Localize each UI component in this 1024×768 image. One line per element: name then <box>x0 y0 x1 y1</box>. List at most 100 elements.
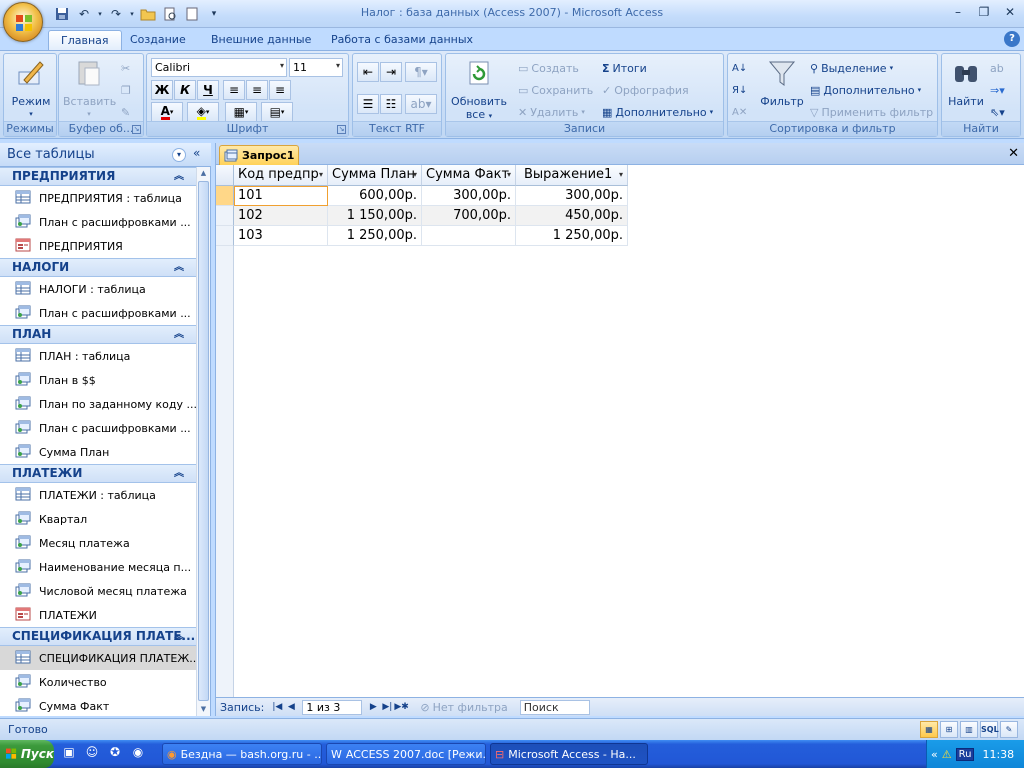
highlight-icon[interactable]: ab▾ <box>405 94 437 114</box>
font-launcher-icon[interactable]: ↘ <box>337 125 346 134</box>
chevron-down-icon[interactable]: ▾ <box>172 148 186 162</box>
nav-item[interactable]: Месяц платежа <box>0 531 196 555</box>
new-record-nav-icon[interactable]: ▶✱ <box>394 702 408 712</box>
nav-item[interactable]: ПРЕДПРИЯТИЯ <box>0 234 196 258</box>
gridlines-icon[interactable]: ▦ ▾ <box>225 102 257 122</box>
decrease-indent-icon[interactable]: ⇤ <box>357 62 379 82</box>
clear-sort-icon[interactable]: A✕ <box>732 102 747 122</box>
bullets-icon[interactable]: ☰ <box>357 94 379 114</box>
record-selector[interactable] <box>216 206 234 226</box>
datasheet-view-icon[interactable]: ▦ <box>920 721 938 738</box>
pivot-chart-view-icon[interactable]: ▥ <box>960 721 978 738</box>
view-button[interactable]: Режим ▾ <box>8 58 54 121</box>
nav-item[interactable]: Сумма План <box>0 440 196 464</box>
advanced-filter-button[interactable]: ▤ Дополнительно ▾ <box>810 80 921 100</box>
sql-view-button[interactable]: SQL <box>980 721 999 738</box>
replace-icon[interactable]: ab <box>990 58 1004 78</box>
nav-item[interactable]: План в $$ <box>0 368 196 392</box>
select-icon[interactable]: ⇖▾ <box>990 102 1005 122</box>
pivot-table-view-icon[interactable]: ⊞ <box>940 721 958 738</box>
table-cell[interactable]: 1 250,00р. <box>516 226 628 246</box>
column-header[interactable]: Сумма Факт ▾ <box>422 165 516 186</box>
collapse-pane-icon[interactable]: « <box>193 146 200 160</box>
align-right-icon[interactable]: ≡ <box>269 80 291 100</box>
design-view-icon[interactable]: ✎ <box>1000 721 1018 738</box>
nav-group-header[interactable]: СПЕЦИФИКАЦИЯ ПЛАТЕ... ︽ <box>0 627 196 646</box>
filter-status-button[interactable]: ⊘ Нет фильтра <box>420 701 507 714</box>
nav-item[interactable]: План с расшифровками ... <box>0 301 196 325</box>
nav-scrollbar[interactable]: ▲ ▼ <box>196 167 210 716</box>
column-header[interactable]: Выражение1 ▾ <box>516 165 628 186</box>
help-quicklaunch-icon[interactable]: ☺ <box>83 745 101 763</box>
fill-color-icon[interactable]: ◈ ▾ <box>187 102 219 122</box>
underline-button[interactable]: Ч <box>197 80 219 100</box>
last-record-icon[interactable]: ▶| <box>380 702 394 712</box>
nav-group-header[interactable]: ПЛАТЕЖИ ︽ <box>0 464 196 483</box>
nav-header[interactable]: Все таблицы ▾ « <box>0 143 211 167</box>
nav-item[interactable]: План с расшифровками ... <box>0 416 196 440</box>
nav-item[interactable]: Количество <box>0 670 196 694</box>
chevron-down-icon[interactable]: ▾ <box>413 165 417 185</box>
nav-item[interactable]: Сумма Факт <box>0 694 196 716</box>
alternate-fill-icon[interactable]: ▤ ▾ <box>261 102 293 122</box>
firefox-quicklaunch-icon[interactable]: ◉ <box>129 745 147 763</box>
nav-group-header[interactable]: ПРЕДПРИЯТИЯ ︽ <box>0 167 196 186</box>
refresh-all-button[interactable]: Обновить все ▾ <box>448 58 510 123</box>
chevron-up-icon[interactable]: ︽ <box>174 326 184 343</box>
office-button[interactable] <box>3 2 43 42</box>
tab-home[interactable]: Главная <box>48 30 122 50</box>
record-selector[interactable] <box>216 226 234 246</box>
chevron-up-icon[interactable]: ︽ <box>174 168 184 185</box>
nav-item[interactable]: ПЛАН : таблица <box>0 344 196 368</box>
italic-button[interactable]: К <box>174 80 196 100</box>
nav-item[interactable]: Наименование месяца п... <box>0 555 196 579</box>
clipboard-launcher-icon[interactable]: ↘ <box>132 125 141 134</box>
chevron-up-icon[interactable]: ︽ <box>174 465 184 482</box>
record-position-input[interactable]: 1 из 3 <box>302 699 363 715</box>
nav-item[interactable]: План с расшифровками ... <box>0 210 196 234</box>
alert-icon[interactable]: ⚠ <box>942 748 952 761</box>
nav-item[interactable]: ПРЕДПРИЯТИЯ : таблица <box>0 186 196 210</box>
first-record-icon[interactable]: |◀ <box>270 702 284 712</box>
start-button[interactable]: Пуск <box>0 740 54 768</box>
align-center-icon[interactable]: ≡ <box>246 80 268 100</box>
nav-item[interactable]: ПЛАТЕЖИ <box>0 603 196 627</box>
copy-icon[interactable]: ❐ <box>121 80 131 100</box>
paste-button[interactable]: Вставить ▾ <box>63 58 116 121</box>
chevron-down-icon[interactable]: ▾ <box>619 165 623 185</box>
apply-filter-button[interactable]: ▽ Применить фильтр <box>810 102 933 122</box>
font-size-select[interactable]: 11 ▾ <box>289 58 343 77</box>
taskbar-item-word[interactable]: W ACCESS 2007.doc [Режи... <box>326 743 486 765</box>
tray-expand-icon[interactable]: « <box>931 748 938 761</box>
delete-record-button[interactable]: ✕ Удалить ▾ <box>518 102 585 122</box>
align-left-icon[interactable]: ≡ <box>223 80 245 100</box>
table-cell[interactable]: 101 <box>234 186 328 206</box>
table-cell[interactable]: 300,00р. <box>422 186 516 206</box>
new-record-button[interactable]: ▭ Создать <box>518 58 579 78</box>
scroll-up-icon[interactable]: ▲ <box>197 167 210 180</box>
column-header[interactable]: Код предпр ▾ <box>234 165 328 186</box>
taskbar-item-access[interactable]: ⊟ Microsoft Access - На... <box>490 743 648 765</box>
next-record-icon[interactable]: ▶ <box>366 702 380 712</box>
more-records-button[interactable]: ▦ Дополнительно ▾ <box>602 102 713 122</box>
bold-button[interactable]: Ж <box>151 80 173 100</box>
sort-descending-icon[interactable]: Я↓ <box>732 80 747 100</box>
word-quicklaunch-icon[interactable]: ▣ <box>60 745 78 763</box>
taskbar-item-firefox[interactable]: ◉ Бездна — bash.org.ru - ... <box>162 743 322 765</box>
minimize-icon[interactable]: – <box>946 3 970 21</box>
record-selector[interactable] <box>216 186 234 206</box>
nav-group-header[interactable]: НАЛОГИ ︽ <box>0 258 196 277</box>
table-cell[interactable]: 103 <box>234 226 328 246</box>
nav-item[interactable]: СПЕЦИФИКАЦИЯ ПЛАТЕЖ... <box>0 646 196 670</box>
scroll-down-icon[interactable]: ▼ <box>197 703 210 716</box>
nav-item[interactable]: План по заданному коду ... <box>0 392 196 416</box>
document-tab-query1[interactable]: Запрос1 <box>219 145 299 165</box>
totals-button[interactable]: Σ Итоги <box>602 58 647 78</box>
previous-record-icon[interactable]: ◀ <box>284 702 298 712</box>
table-cell[interactable] <box>422 226 516 246</box>
tab-create[interactable]: Создание <box>118 30 198 50</box>
nav-item[interactable]: Квартал <box>0 507 196 531</box>
font-name-select[interactable]: Calibri ▾ <box>151 58 287 77</box>
help-icon[interactable]: ? <box>1004 31 1020 47</box>
table-cell[interactable]: 102 <box>234 206 328 226</box>
